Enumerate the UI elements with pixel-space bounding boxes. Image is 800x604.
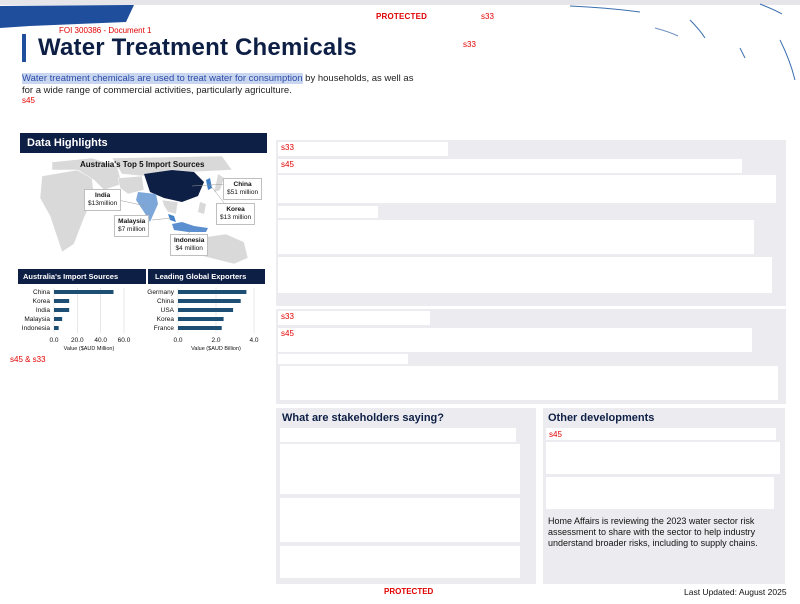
- category-label: India: [36, 307, 50, 314]
- bar-chart-svg: Germany China USA Korea France 0.0 2.0 4.0 Value…: [147, 288, 259, 352]
- redaction-box: [278, 328, 752, 352]
- exemption-label: s45 & s33: [10, 355, 46, 364]
- tick-label: 20.0: [71, 337, 84, 344]
- redaction-box: [546, 442, 780, 474]
- exemption-label: s45: [281, 329, 294, 338]
- global-exporters-chart: Germany China USA Korea France 0.0 2.0 4.0 Value…: [144, 286, 268, 358]
- bar: [54, 326, 59, 330]
- redaction-box: [280, 428, 516, 442]
- bar-chart-svg: China Korea India Malaysia Indonesia 0.0 20.0 4…: [22, 288, 131, 352]
- exemption-label: s33: [281, 143, 294, 152]
- redaction-box: [278, 175, 776, 203]
- tick-label: 2.0: [211, 337, 220, 344]
- exemption-label: s45: [549, 430, 562, 439]
- category-label: Malaysia: [24, 316, 50, 323]
- redaction-box: [278, 206, 378, 218]
- other-developments-heading: Other developments: [548, 412, 655, 424]
- callout-china: China $51 million: [223, 178, 263, 200]
- callout-value: $7 million: [118, 226, 146, 233]
- category-label: Korea: [33, 298, 51, 305]
- bar: [54, 317, 63, 321]
- intro-text: Water treatment chemicals are used to tr…: [22, 73, 422, 97]
- callout-korea: Korea $13 million: [216, 203, 256, 225]
- redaction-box: [280, 546, 520, 578]
- redaction-box: [278, 257, 772, 293]
- exemption-label: s33: [481, 12, 494, 21]
- tick-label: 60.0: [118, 337, 131, 344]
- callout-country: Malaysia: [118, 218, 146, 225]
- callout-value: $4 million: [175, 245, 203, 252]
- callout-value: $13million: [88, 200, 118, 207]
- callout-country: India: [95, 192, 111, 199]
- bar: [54, 290, 114, 294]
- last-updated: Last Updated: August 2025: [684, 587, 787, 597]
- callout-value: $13 million: [220, 214, 252, 221]
- category-label: Indonesia: [22, 325, 51, 332]
- protective-marking-top: PROTECTED: [376, 12, 428, 21]
- axis-label: Value ($AUD Million): [64, 346, 115, 352]
- other-developments-text: Home Affairs is reviewing the 2023 water…: [548, 516, 758, 548]
- callout-country: Indonesia: [174, 237, 205, 244]
- redaction-box: [546, 477, 774, 509]
- bar: [178, 326, 222, 330]
- category-label: USA: [161, 307, 175, 314]
- redaction-box: [280, 444, 520, 494]
- title-accent: [22, 34, 26, 62]
- tick-label: 40.0: [94, 337, 107, 344]
- chart-heading-import-sources: Australia's Import Sources: [18, 269, 146, 284]
- redaction-box: [278, 311, 430, 325]
- bar: [178, 299, 241, 303]
- redaction-box: [278, 354, 408, 364]
- exemption-label: s33: [281, 312, 294, 321]
- redaction-box: [280, 366, 778, 400]
- stakeholders-heading: What are stakeholders saying?: [282, 412, 444, 424]
- callout-india: India $13million: [84, 189, 122, 211]
- bar: [178, 317, 224, 321]
- redaction-box: [278, 220, 754, 254]
- callout-country: China: [233, 181, 252, 188]
- exemption-label: s45: [281, 160, 294, 169]
- page-title: Water Treatment Chemicals: [38, 34, 357, 61]
- redaction-box: [546, 428, 776, 440]
- bar: [178, 290, 247, 294]
- callout-value: $51 million: [227, 189, 259, 196]
- callout-indonesia: Indonesia $4 million: [170, 234, 209, 256]
- exemption-label: s33: [463, 40, 476, 49]
- redaction-box: [280, 498, 520, 542]
- axis-label: Value ($AUD Billion): [191, 346, 241, 352]
- tick-label: 0.0: [173, 337, 182, 344]
- redaction-box: [278, 142, 448, 156]
- bar: [54, 299, 70, 303]
- bar: [54, 308, 70, 312]
- protective-marking-bottom: PROTECTED: [384, 587, 434, 596]
- chart-heading-global-exporters: Leading Global Exporters: [148, 269, 265, 284]
- category-label: Germany: [147, 289, 174, 296]
- category-label: China: [157, 298, 174, 305]
- tick-label: 0.0: [49, 337, 58, 344]
- category-label: Korea: [157, 316, 175, 323]
- data-highlights-heading: Data Highlights: [20, 133, 267, 153]
- redaction-box: [278, 159, 742, 173]
- callout-country: Korea: [226, 206, 245, 213]
- tick-label: 4.0: [249, 337, 258, 344]
- exemption-label: s45: [22, 96, 35, 105]
- bar: [178, 308, 234, 312]
- map-title: Australia's Top 5 Import Sources: [80, 160, 205, 169]
- intro-highlight: Water treatment chemicals are used to tr…: [22, 73, 303, 84]
- callout-malaysia: Malaysia $7 million: [114, 215, 150, 237]
- import-sources-chart: China Korea India Malaysia Indonesia 0.0 20.0 4…: [14, 286, 148, 358]
- category-label: France: [154, 325, 175, 332]
- category-label: China: [33, 289, 50, 296]
